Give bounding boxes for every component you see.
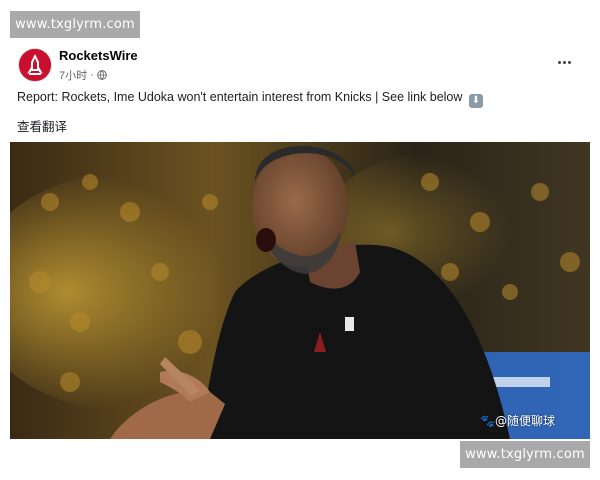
page-name[interactable]: RocketsWire — [59, 48, 138, 63]
post-body: Report: Rockets, Ime Udoka won't enterta… — [17, 90, 483, 108]
watermark-bottom: www.txglyrm.com — [460, 441, 590, 468]
page-avatar[interactable] — [18, 48, 52, 82]
coach-photo — [10, 142, 590, 439]
post-photo[interactable] — [10, 142, 590, 439]
post-timestamp[interactable]: 7小时 — [59, 67, 87, 83]
rockets-logo-icon — [19, 49, 51, 81]
watermark-top: www.txglyrm.com — [10, 11, 140, 38]
more-dot — [557, 60, 561, 64]
more-dot — [567, 60, 571, 64]
see-translation-link[interactable]: 查看翻译 — [17, 116, 67, 135]
more-options-button[interactable] — [552, 54, 576, 70]
globe-icon — [96, 70, 107, 80]
more-dot — [562, 60, 566, 64]
meta-separator: · — [90, 69, 94, 81]
post-text: Report: Rockets, Ime Udoka won't enterta… — [17, 90, 463, 104]
post-meta: 7小时 · — [59, 67, 107, 83]
down-arrow-icon: ⬇ — [468, 94, 483, 108]
photo-caption: 🐾@随便聊球 — [480, 414, 555, 428]
